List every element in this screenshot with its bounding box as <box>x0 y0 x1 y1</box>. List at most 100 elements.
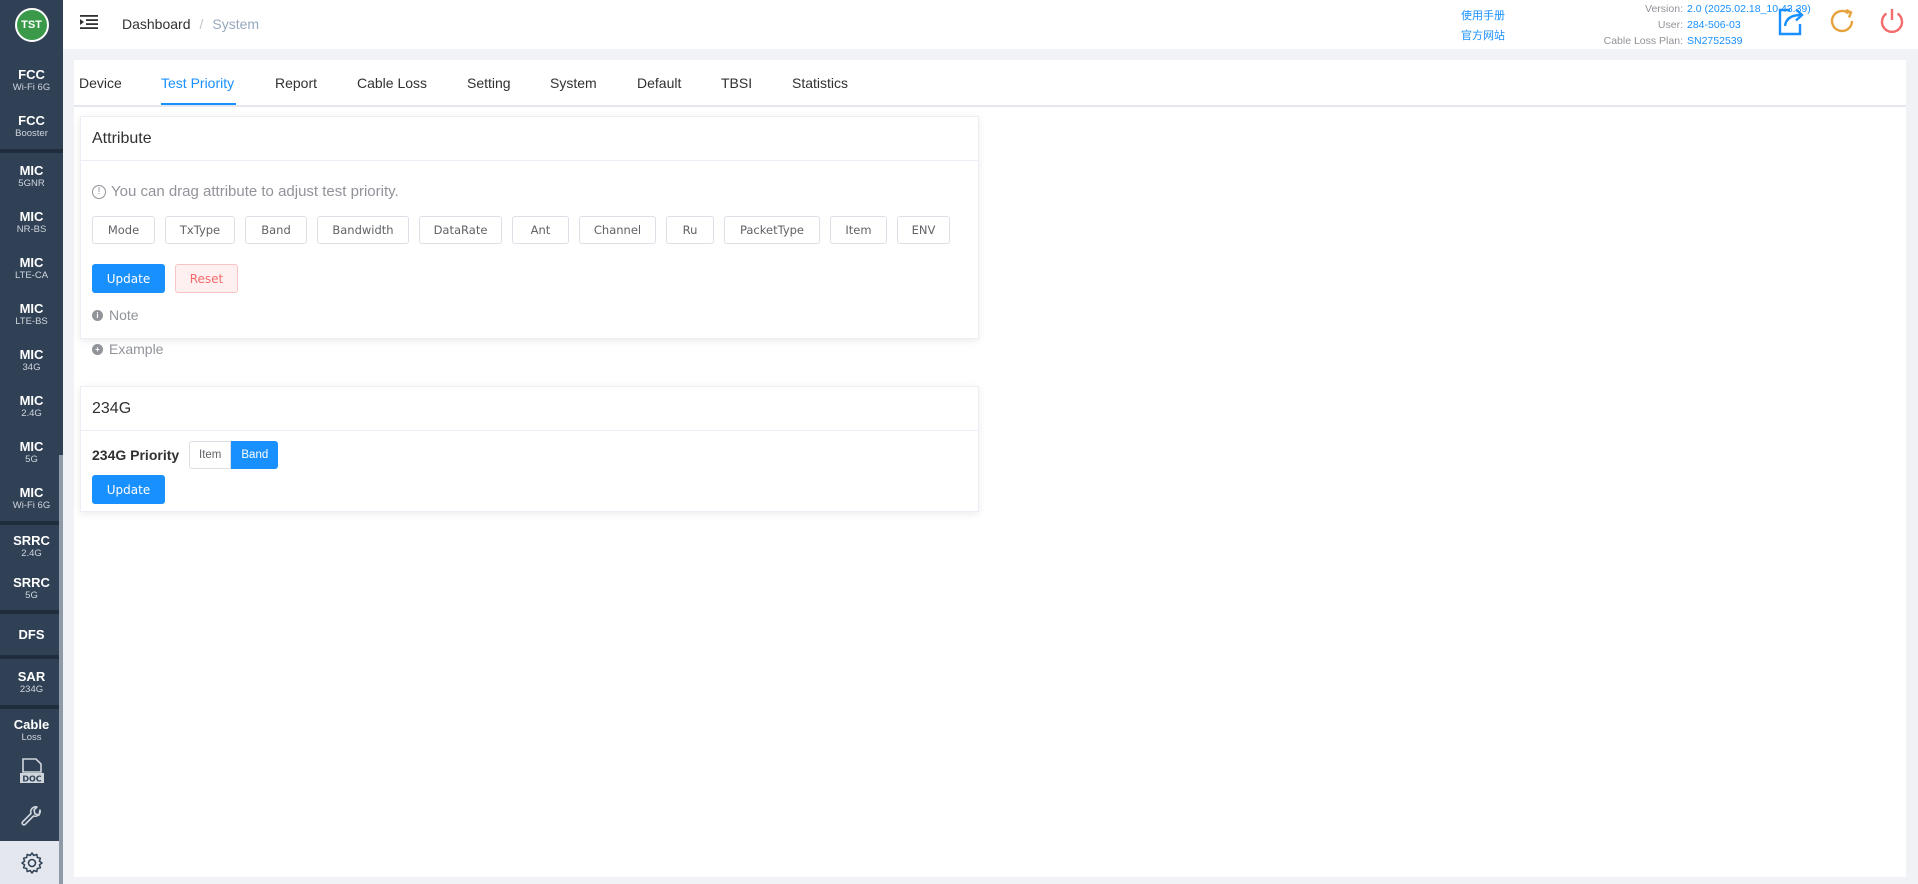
sidebar-item-subtitle: NR-BS <box>16 223 47 235</box>
priority-card-title: 234G <box>81 387 978 431</box>
sidebar-item-fcc-booster[interactable]: FCC Booster <box>0 103 63 149</box>
example-collapse[interactable]: + Example <box>92 341 163 357</box>
tab-test-priority[interactable]: Test Priority <box>161 75 234 91</box>
attribute-chip-ru[interactable]: Ru <box>666 216 714 244</box>
attribute-chip-band[interactable]: Band <box>245 216 307 244</box>
sidebar-item-title: MIC <box>19 392 44 408</box>
priority-option-item[interactable]: Item <box>189 441 232 469</box>
sidebar-item-mic-ltebs[interactable]: MIC LTE-BS <box>0 291 63 337</box>
sidebar-item-subtitle: 5G <box>25 590 38 601</box>
sidebar-item-dfs[interactable]: DFS <box>0 614 63 655</box>
svg-text:DOC: DOC <box>22 775 41 784</box>
wrench-icon <box>20 806 41 826</box>
attribute-chip-txtype[interactable]: TxType <box>165 216 235 244</box>
refresh-icon[interactable] <box>1827 6 1857 36</box>
sidebar-scrollbar[interactable] <box>59 455 63 884</box>
tab-bar: Device Test Priority Report Cable Loss S… <box>74 60 1906 107</box>
logo[interactable]: TST <box>0 0 63 50</box>
user-manual-link[interactable]: 使用手册 <box>1461 6 1505 26</box>
sidebar-item-subtitle: 34G <box>22 361 41 373</box>
example-label: Example <box>109 341 164 357</box>
breadcrumb-separator: / <box>199 16 204 32</box>
attribute-chip-packettype[interactable]: PacketType <box>724 216 820 244</box>
tab-device[interactable]: Device <box>79 75 122 91</box>
sidebar-item-subtitle: 5G <box>25 453 38 465</box>
version-label: Version: <box>1645 3 1683 15</box>
sidebar-item-mic-34g[interactable]: MIC 34G <box>0 337 63 383</box>
cable-loss-plan-value: SN2752539 <box>1687 35 1743 47</box>
sidebar-item-title: SRRC <box>13 575 50 590</box>
note-label: Note <box>109 307 139 323</box>
sidebar-item-title: SAR <box>17 668 46 684</box>
user-label: User: <box>1657 19 1683 31</box>
reset-button[interactable]: Reset <box>175 264 238 293</box>
attribute-chip-env[interactable]: ENV <box>897 216 950 244</box>
sidebar-item-mic-wifi6g[interactable]: MIC Wi-Fi 6G <box>0 475 63 521</box>
tab-default[interactable]: Default <box>637 75 681 91</box>
menu-fold-icon[interactable] <box>80 14 98 30</box>
priority-label: 234G Priority <box>92 447 180 463</box>
user-value: 284-506-03 <box>1687 19 1741 31</box>
sidebar-item-srrc-24g[interactable]: SRRC 2.4G <box>0 525 63 567</box>
tab-statistics[interactable]: Statistics <box>792 75 848 91</box>
breadcrumb-home[interactable]: Dashboard <box>122 16 191 32</box>
sidebar-item-fcc-wifi6g[interactable]: FCC Wi-Fi 6G <box>0 57 63 103</box>
sidebar-item-title: MIC <box>19 162 44 178</box>
sidebar: TST FCC Wi-Fi 6G FCC Booster MIC 5GNR MI… <box>0 0 63 884</box>
update-button[interactable]: Update <box>92 264 165 293</box>
sidebar-item-subtitle: LTE-BS <box>15 315 48 327</box>
sidebar-item-subtitle: Wi-Fi 6G <box>12 499 51 511</box>
sidebar-item-mic-5gnr[interactable]: MIC 5GNR <box>0 153 63 199</box>
sidebar-item-doc[interactable]: DOC <box>0 751 63 793</box>
priority-radio-group: Item Band <box>189 441 279 469</box>
logo-badge[interactable]: TST <box>14 8 49 42</box>
sidebar-item-subtitle: 234G <box>19 683 44 695</box>
tab-cable-loss[interactable]: Cable Loss <box>357 75 427 91</box>
sidebar-item-cable-loss[interactable]: Cable Loss <box>0 709 63 751</box>
tab-setting[interactable]: Setting <box>467 75 511 91</box>
attribute-chip-channel[interactable]: Channel <box>579 216 656 244</box>
sidebar-item-title: MIC <box>19 254 44 270</box>
power-icon[interactable] <box>1877 6 1907 36</box>
priority-card-234g: 234G 234G Priority Item Band Update <box>80 386 979 512</box>
header-links: 使用手册 官方网站 <box>1461 6 1505 46</box>
sidebar-item-subtitle: Loss <box>21 731 42 743</box>
tab-system[interactable]: System <box>550 75 597 91</box>
info-icon: ! <box>92 184 106 199</box>
breadcrumb: Dashboard / System <box>122 16 259 32</box>
sidebar-item-tools[interactable] <box>0 793 63 841</box>
sidebar-item-subtitle: 5GNR <box>18 177 45 189</box>
sidebar-item-mic-24g[interactable]: MIC 2.4G <box>0 383 63 429</box>
export-icon[interactable] <box>1776 6 1806 36</box>
note-collapse[interactable]: i Note <box>92 307 139 323</box>
attribute-chip-ant[interactable]: Ant <box>512 216 569 244</box>
top-navbar: Dashboard / System 使用手册 官方网站 Version: 2.… <box>63 0 1918 49</box>
sidebar-item-sar-234g[interactable]: SAR 234G <box>0 659 63 705</box>
priority-update-button[interactable]: Update <box>92 475 165 504</box>
attribute-chip-datarate[interactable]: DataRate <box>419 216 502 244</box>
sidebar-item-mic-lteca[interactable]: MIC LTE-CA <box>0 245 63 291</box>
tab-tbsi[interactable]: TBSI <box>721 75 752 91</box>
sidebar-item-srrc-5g[interactable]: SRRC 5G <box>0 567 63 610</box>
doc-icon: DOC <box>19 758 44 784</box>
priority-option-band[interactable]: Band <box>231 441 279 469</box>
sidebar-item-title: MIC <box>19 346 44 362</box>
tab-report[interactable]: Report <box>275 75 317 91</box>
breadcrumb-current: System <box>212 16 260 32</box>
sidebar-menu: FCC Wi-Fi 6G FCC Booster MIC 5GNR MIC NR… <box>0 57 63 884</box>
cable-loss-plan-label: Cable Loss Plan: <box>1603 35 1683 47</box>
sidebar-item-title: MIC <box>19 208 44 224</box>
sidebar-item-settings[interactable] <box>0 841 63 884</box>
sidebar-item-mic-5g[interactable]: MIC 5G <box>0 429 63 475</box>
attribute-chip-mode[interactable]: Mode <box>92 216 155 244</box>
drag-hint: ! You can drag attribute to adjust test … <box>92 183 399 200</box>
attribute-chip-item[interactable]: Item <box>830 216 887 244</box>
sidebar-item-subtitle: Booster <box>15 127 48 139</box>
attribute-chip-bandwidth[interactable]: Bandwidth <box>317 216 409 244</box>
sidebar-item-title: DFS <box>18 626 45 642</box>
sidebar-item-subtitle: LTE-CA <box>14 269 49 281</box>
sidebar-item-mic-nrbs[interactable]: MIC NR-BS <box>0 199 63 245</box>
version-info: Version: 2.0 (2025.02.18_10.43.39) User:… <box>1533 1 1811 49</box>
sidebar-item-subtitle: Wi-Fi 6G <box>12 81 51 93</box>
official-website-link[interactable]: 官方网站 <box>1461 26 1505 46</box>
